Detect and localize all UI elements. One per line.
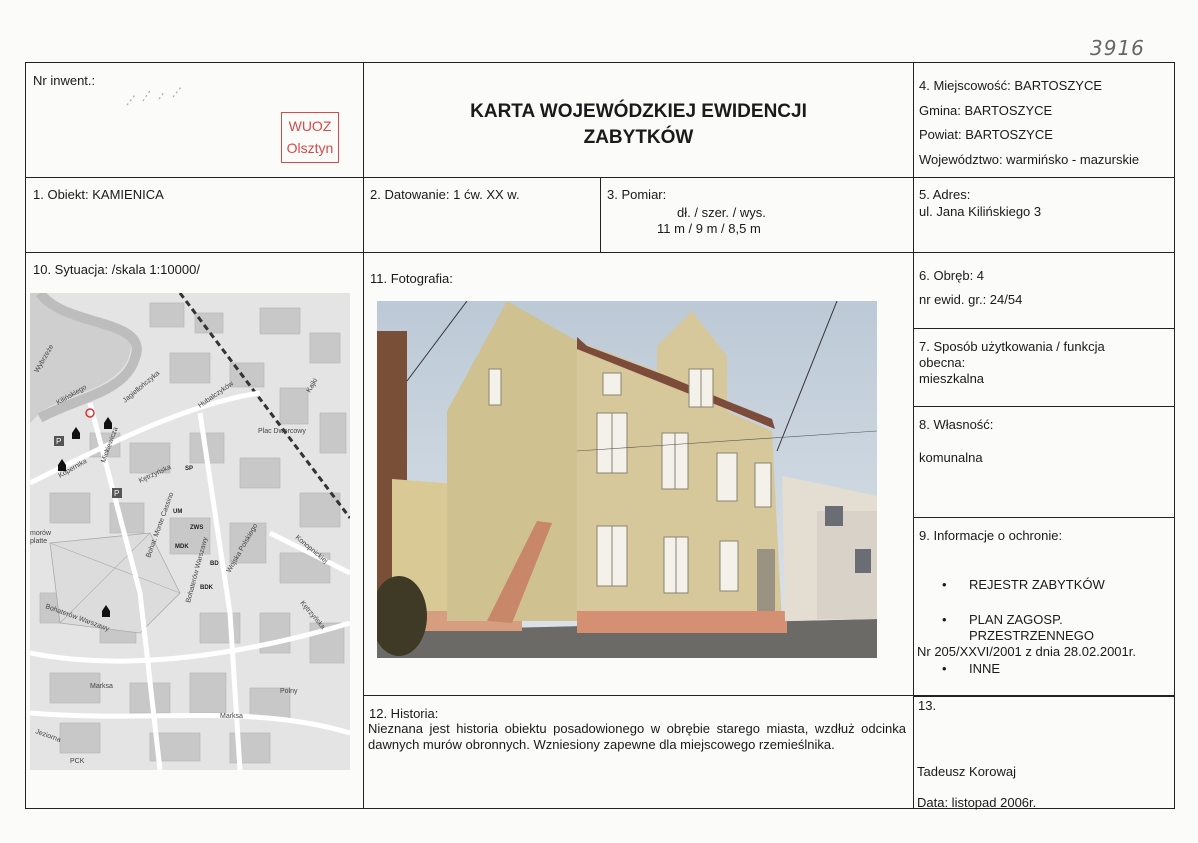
dating-cell: 2. Datowanie: 1 ćw. XX w. xyxy=(363,177,601,253)
stamp-line-1: WUOZ xyxy=(288,118,332,134)
map-label-plac-dworcowy: Plac Dworcowy xyxy=(258,428,306,435)
map-label-marksa-2: Marksa xyxy=(220,713,243,720)
object-cell: 1. Obiekt: KAMIENICA xyxy=(25,177,364,253)
evidence-card-page: 3916 Nr inwent.: WUOZ Olsztyn KARTA WOJE… xyxy=(0,0,1198,843)
location-cell: 4. Miejscowość: BARTOSZYCE Gmina: BARTOS… xyxy=(913,62,1175,178)
usage-label-1: 7. Sposób użytkowania / funkcja xyxy=(919,339,1105,354)
usage-value: mieszkalna xyxy=(919,371,985,386)
map-parking-label: P xyxy=(56,437,61,446)
map-label-pck: PCK xyxy=(70,758,85,765)
map-label-zws: ZWS xyxy=(190,525,203,531)
photo-label: 11. Fotografia: xyxy=(370,271,453,286)
location-gmina: Gmina: BARTOSZYCE xyxy=(919,103,1053,118)
stamp-line-2: Olsztyn xyxy=(286,140,334,156)
tenement-photo-drawing xyxy=(377,301,877,658)
address-value: ul. Jana Kilińskiego 3 xyxy=(919,204,1042,219)
protection-item-plan-1: PLAN ZAGOSP. xyxy=(969,612,1063,627)
map-label-polny: Polny xyxy=(280,688,298,695)
inventory-cell: Nr inwent.: WUOZ Olsztyn xyxy=(25,62,364,178)
location-wojewodztwo: Województwo: warmińsko - mazurskie xyxy=(919,152,1140,167)
history-label: 12. Historia: xyxy=(369,706,439,721)
map-parking-label-2: P xyxy=(114,489,119,498)
map-label-morow: morów xyxy=(30,530,52,537)
handwritten-inventory-mark xyxy=(126,86,182,106)
title-cell: KARTA WOJEWÓDZKIEJ EWIDENCJI ZABYTKÓW xyxy=(363,62,914,178)
precinct-cell: 6. Obręb: 4 nr ewid. gr.: 24/54 xyxy=(913,252,1175,329)
protection-item-other: INNE xyxy=(969,661,1001,676)
dating-label: 2. Datowanie: 1 ćw. XX w. xyxy=(370,187,520,202)
measure-dims-values: 11 m / 9 m / 8,5 m xyxy=(657,221,761,236)
author-name: Tadeusz Korowaj xyxy=(917,764,1016,779)
bullet-icon: • xyxy=(942,577,947,592)
ownership-value: komunalna xyxy=(919,450,983,465)
situation-map: Wybrzeże Kilińskiego Jagiellończyka Huba… xyxy=(30,293,350,770)
measure-label: 3. Pomiar: xyxy=(607,187,667,202)
protection-cell: 9. Informacje o ochronie: • REJESTR ZABY… xyxy=(913,517,1175,697)
city-map-drawing: Wybrzeże Kilińskiego Jagiellończyka Huba… xyxy=(30,293,350,770)
card-title: KARTA WOJEWÓDZKIEJ EWIDENCJI ZABYTKÓW xyxy=(364,99,913,151)
usage-cell: 7. Sposób użytkowania / funkcja obecna: … xyxy=(913,328,1175,407)
scan-number: 3916 xyxy=(1090,36,1145,60)
protection-label: 9. Informacje o ochronie: xyxy=(919,528,1063,543)
protection-item-register: REJESTR ZABYTKÓW xyxy=(969,577,1105,592)
map-label-platte: platte xyxy=(30,538,47,545)
author-cell: 13. Tadeusz Korowaj Data: listopad 2006r… xyxy=(913,695,1175,810)
map-label-bd: BD xyxy=(210,561,219,567)
bullet-icon: • xyxy=(942,661,947,676)
location-powiat: Powiat: BARTOSZYCE xyxy=(919,127,1053,142)
map-label-sp: SP xyxy=(185,466,193,472)
protection-item-plan-3: Nr 205/XXVI/2001 z dnia 28.02.2001r. xyxy=(917,644,1136,659)
card-title-line-2: ZABYTKÓW xyxy=(583,127,694,148)
address-label: 5. Adres: xyxy=(919,187,971,202)
map-label-um: UM xyxy=(173,509,182,515)
history-text: Nieznana jest historia obiektu posadowio… xyxy=(368,721,906,752)
inventory-label: Nr inwent.: xyxy=(33,73,96,88)
protection-item-plan-2: PRZESTRZENNEGO xyxy=(969,628,1094,643)
bullet-icon: • xyxy=(942,612,947,627)
building-photograph xyxy=(377,301,877,658)
wuoz-stamp: WUOZ Olsztyn xyxy=(281,112,339,163)
measure-dims-label: dł. / szer. / wys. xyxy=(677,205,766,220)
map-label-marksa: Marksa xyxy=(90,683,113,690)
ownership-label: 8. Własność: xyxy=(919,417,994,432)
card-title-line-1: KARTA WOJEWÓDZKIEJ EWIDENCJI xyxy=(470,101,807,122)
precinct-parcel: nr ewid. gr.: 24/54 xyxy=(919,292,1023,307)
address-cell: 5. Adres: ul. Jana Kilińskiego 3 xyxy=(913,177,1175,253)
map-label-bdk: BDK xyxy=(200,585,214,591)
situation-label: 10. Sytuacja: /skala 1:10000/ xyxy=(33,262,200,277)
author-section-label: 13. xyxy=(918,698,937,713)
location-miejscowosc: 4. Miejscowość: BARTOSZYCE xyxy=(919,78,1103,93)
map-label-mdk: MDK xyxy=(175,544,189,550)
precinct-label: 6. Obręb: 4 xyxy=(919,268,985,283)
ownership-cell: 8. Własność: komunalna xyxy=(913,406,1175,518)
author-date: Data: listopad 2006r. xyxy=(917,795,1037,810)
usage-label-2: obecna: xyxy=(919,355,966,370)
object-label: 1. Obiekt: KAMIENICA xyxy=(33,187,164,202)
measure-cell: 3. Pomiar: dł. / szer. / wys. 11 m / 9 m… xyxy=(600,177,914,253)
